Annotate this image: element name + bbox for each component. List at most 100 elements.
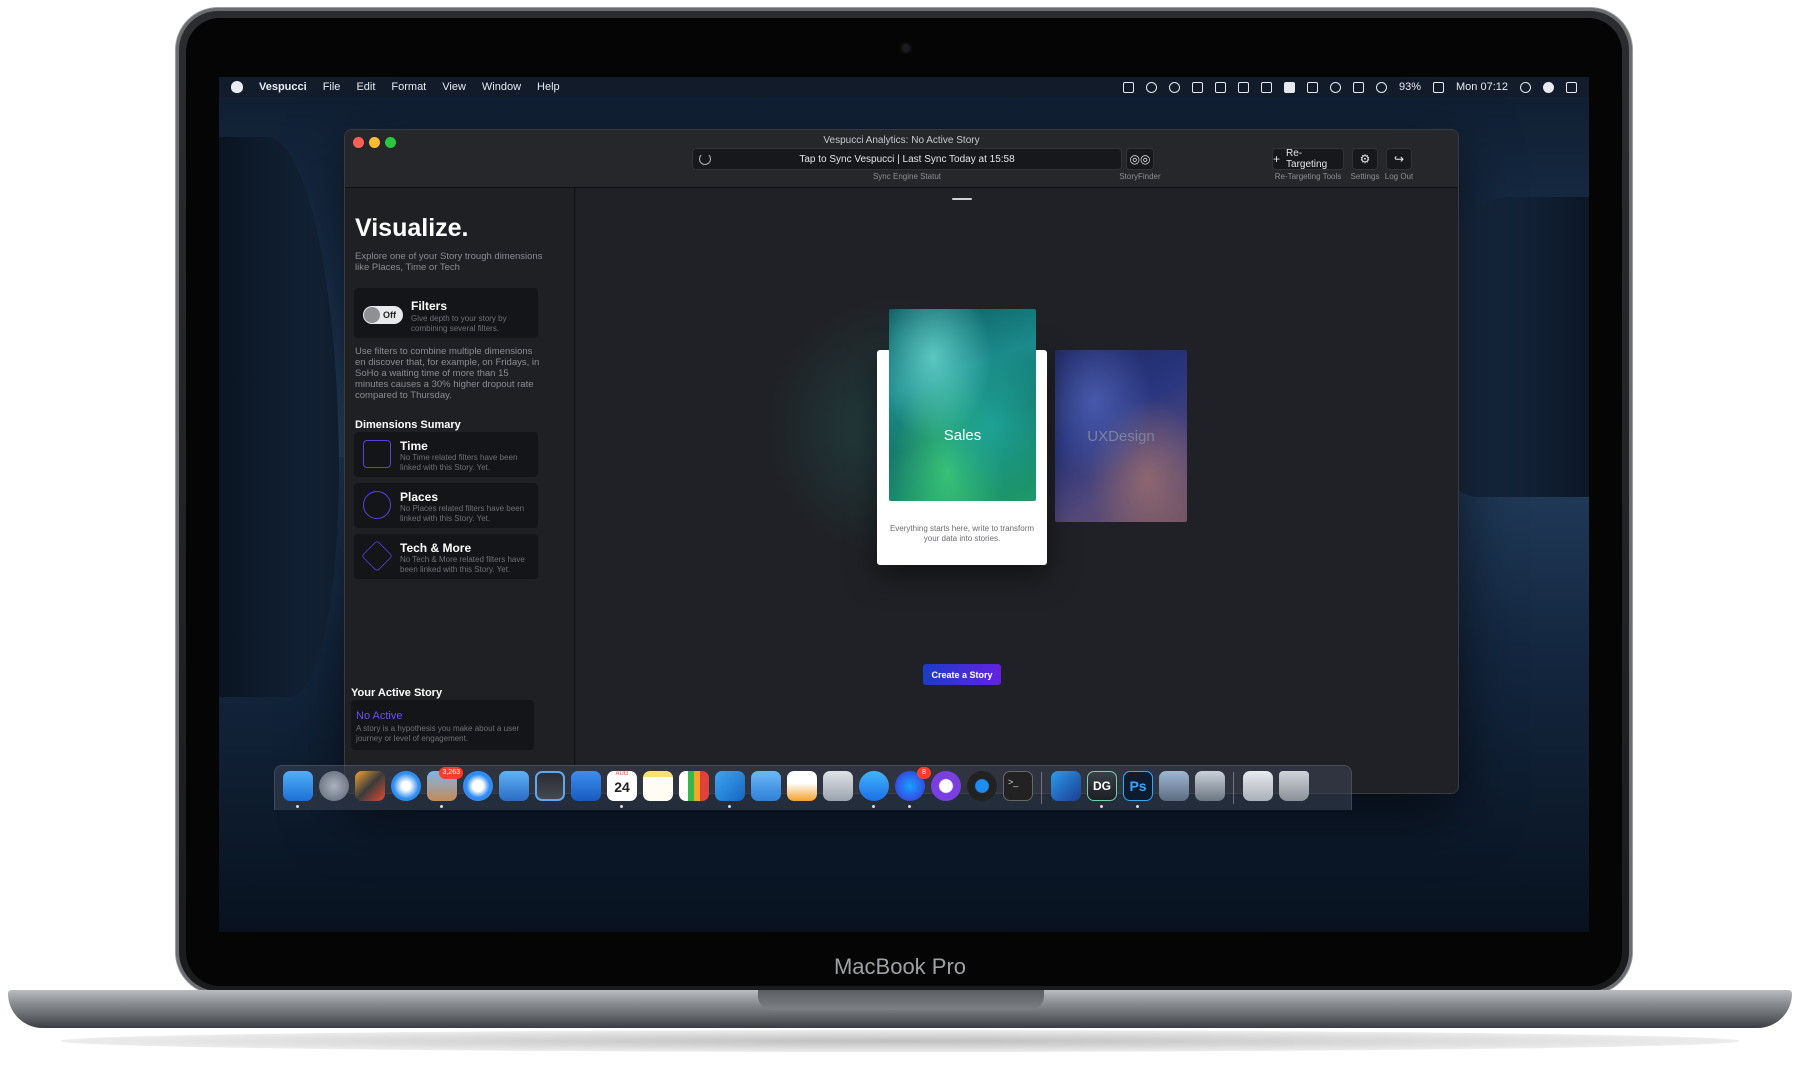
running-indicator (620, 805, 623, 808)
bluetooth-icon[interactable] (1237, 81, 1249, 93)
box-icon[interactable] (1283, 81, 1295, 93)
app-window: Vespucci Analytics: No Active Story Tap … (344, 129, 1459, 794)
cloud-icon[interactable] (1168, 81, 1180, 93)
toggle-label: Off (383, 310, 396, 320)
launchpad-icon[interactable] (319, 771, 349, 801)
battery-percentage[interactable]: 93% (1399, 81, 1421, 93)
quicktime-icon[interactable] (967, 771, 997, 801)
screen: Vespucci File Edit Format View Window He… (219, 77, 1589, 932)
sidebar: Visualize. Explore one of your Story tro… (345, 188, 575, 793)
menu-help[interactable]: Help (537, 81, 560, 93)
mail-icon[interactable]: 3,263 (427, 767, 463, 801)
dropbox-icon[interactable] (1191, 81, 1203, 93)
active-story-card[interactable]: No Active A story is a hypothesis you ma… (351, 700, 534, 750)
messages-icon[interactable] (463, 771, 493, 801)
dimension-desc: No Tech & More related filters have been… (400, 555, 525, 574)
messenger-icon[interactable]: 8 (895, 767, 931, 801)
xcode-icon[interactable] (499, 771, 529, 801)
logout-button[interactable]: ↪ (1386, 148, 1412, 170)
finder-icon[interactable] (283, 771, 313, 801)
active-story-heading: Your Active Story (351, 687, 443, 699)
calendar-icon[interactable]: AUG 24 (607, 771, 637, 801)
archive-icon[interactable] (1214, 81, 1226, 93)
downloads-stack-icon[interactable] (1243, 771, 1273, 801)
dimension-card-tech[interactable]: Tech & More No Tech & More related filte… (354, 534, 538, 579)
target-icon (363, 491, 391, 519)
dimension-card-places[interactable]: Places No Places related filters have be… (354, 483, 538, 528)
image-capture-icon[interactable] (1159, 771, 1189, 801)
app-store-icon[interactable] (859, 771, 889, 801)
terminal-icon[interactable]: >_ (1003, 771, 1033, 801)
menu-window[interactable]: Window (482, 81, 521, 93)
photoshop-icon[interactable]: Ps (1123, 771, 1153, 801)
flask-icon[interactable] (1145, 81, 1157, 93)
preview-icon[interactable] (823, 771, 853, 801)
vscode-icon[interactable] (715, 771, 745, 801)
filters-toggle[interactable]: Off (363, 306, 403, 324)
menu-view[interactable]: View (442, 81, 466, 93)
storyfinder-button[interactable]: ◎◎ (1126, 148, 1154, 170)
sync-bar[interactable]: Tap to Sync Vespucci | Last Sync Today a… (692, 148, 1122, 170)
mission-control-icon[interactable] (355, 771, 385, 801)
simulator-icon[interactable] (571, 771, 601, 801)
wifi-icon[interactable] (1375, 81, 1387, 93)
instruments-icon[interactable] (535, 771, 565, 801)
apple-icon[interactable] (231, 81, 243, 93)
dimension-title: Places (400, 490, 439, 504)
numbers-icon[interactable] (679, 771, 709, 801)
mail-badge: 3,263 (439, 767, 463, 779)
logout-caption: Log Out (1384, 172, 1414, 181)
retargeting-label: Re-Targeting (1286, 148, 1328, 170)
menu-app-name[interactable]: Vespucci (259, 81, 307, 93)
active-story-desc: A story is a hypothesis you make about a… (356, 724, 520, 743)
filters-explanation: Use filters to combine multiple dimensio… (355, 346, 540, 401)
story-card-sales[interactable]: Sales (889, 309, 1036, 501)
safari-icon[interactable] (391, 771, 421, 801)
settings-button[interactable]: ⚙ (1352, 148, 1378, 170)
page-title: Visualize. (355, 214, 469, 242)
menu-clock[interactable]: Mon 07:12 (1456, 81, 1508, 93)
trash-icon[interactable] (1279, 771, 1309, 801)
script-editor-icon[interactable] (1195, 771, 1225, 801)
logout-icon: ↪ (1393, 152, 1405, 166)
flag-icon[interactable] (1352, 81, 1364, 93)
keynote-icon[interactable] (751, 771, 781, 801)
photoshop-label: Ps (1129, 778, 1147, 794)
drag-handle[interactable] (952, 198, 972, 200)
siri-icon[interactable] (1543, 81, 1554, 93)
toggle-knob (364, 307, 380, 323)
main-area: UXDesign Sales Everything starts here, w… (576, 188, 1458, 793)
menu-edit[interactable]: Edit (356, 81, 375, 93)
storyfinder-caption: StoryFinder (1119, 172, 1161, 181)
menu-format[interactable]: Format (391, 81, 426, 93)
story-card-uxdesign[interactable]: UXDesign (1055, 350, 1187, 522)
window-title: Vespucci Analytics: No Active Story (823, 135, 980, 146)
camera (900, 42, 912, 54)
page-subtitle: Explore one of your Story trough dimensi… (355, 251, 543, 273)
messenger-badge: 8 (917, 767, 931, 779)
datagrip-icon[interactable]: DG (1087, 771, 1117, 801)
retargeting-button[interactable]: + Re-Targeting (1272, 148, 1344, 170)
menu-status-area: 93% Mon 07:12 (1122, 81, 1577, 93)
dock-separator (1233, 772, 1234, 804)
battery-icon[interactable] (1433, 81, 1445, 93)
github-icon[interactable] (931, 771, 961, 801)
dock-separator (1041, 772, 1042, 804)
menu-file[interactable]: File (323, 81, 341, 93)
pages-icon[interactable] (787, 771, 817, 801)
display-icon[interactable] (1306, 81, 1318, 93)
affinity-designer-icon[interactable] (1051, 771, 1081, 801)
story-label: Sales (943, 427, 982, 444)
running-indicator (908, 805, 911, 808)
running-indicator (872, 805, 875, 808)
keyboard-icon[interactable] (1260, 81, 1272, 93)
screen-icon[interactable] (1122, 81, 1134, 93)
notification-center-icon[interactable] (1566, 81, 1577, 93)
create-story-button[interactable]: Create a Story (923, 664, 1001, 685)
dimension-card-time[interactable]: Time No Time related filters have been l… (354, 432, 538, 477)
notes-icon[interactable] (643, 771, 673, 801)
dimension-title: Tech & More (400, 541, 472, 555)
spotlight-icon[interactable] (1520, 81, 1531, 93)
volume-icon[interactable] (1329, 81, 1341, 93)
cube-icon (361, 540, 393, 572)
